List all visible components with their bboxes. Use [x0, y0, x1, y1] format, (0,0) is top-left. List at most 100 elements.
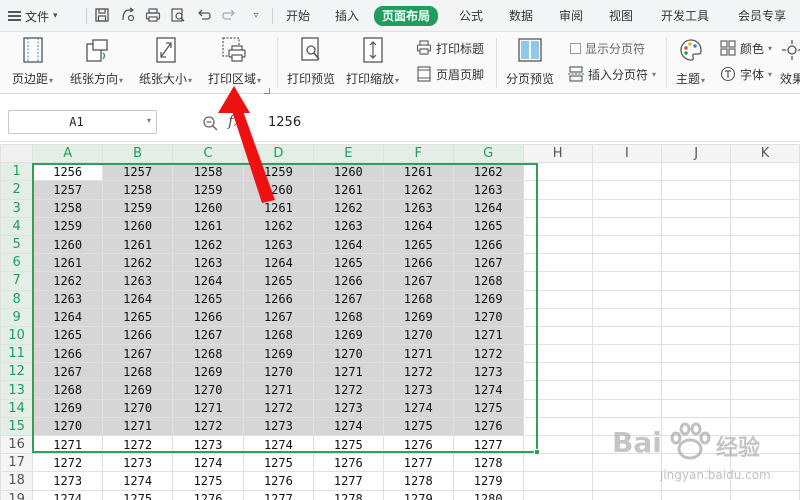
cell-e18[interactable]: 1277: [312, 471, 384, 491]
cell-i7[interactable]: [591, 271, 663, 291]
cell-i14[interactable]: [591, 398, 663, 418]
cell-b15[interactable]: 1271: [102, 416, 174, 437]
cell-a18[interactable]: 1273: [32, 471, 104, 491]
cell-g7[interactable]: 1268: [452, 271, 524, 291]
cell-f12[interactable]: 1272: [382, 362, 454, 382]
cell-e10[interactable]: 1269: [312, 325, 384, 346]
quick-print-icon[interactable]: [120, 7, 138, 25]
cell-a10[interactable]: 1265: [32, 325, 104, 346]
cell-c5[interactable]: 1262: [172, 234, 244, 255]
row-header-17[interactable]: 17: [0, 453, 34, 473]
cell-f15[interactable]: 1275: [382, 416, 454, 437]
cell-j9[interactable]: [661, 307, 731, 327]
cell-k13[interactable]: [729, 380, 800, 400]
insert-page-break-button[interactable]: 插入分页符 ▾: [568, 65, 656, 83]
cell-b5[interactable]: 1261: [102, 234, 174, 255]
cell-i6[interactable]: [591, 253, 663, 273]
cell-d17[interactable]: 1275: [242, 453, 314, 473]
fill-handle[interactable]: [534, 449, 540, 455]
cell-f10[interactable]: 1270: [382, 325, 454, 346]
cell-k6[interactable]: [729, 253, 800, 273]
column-header-b[interactable]: B: [102, 144, 174, 164]
cell-d13[interactable]: 1271: [242, 380, 314, 400]
customize-icon[interactable]: ▿: [247, 7, 265, 25]
cell-d19[interactable]: 1277: [242, 489, 314, 500]
cell-j8[interactable]: [661, 289, 731, 309]
fonts-button[interactable]: 字体 ▾: [720, 65, 772, 83]
cell-j5[interactable]: [661, 234, 731, 255]
row-header-9[interactable]: 9: [0, 307, 34, 327]
cell-e5[interactable]: 1264: [312, 234, 384, 255]
tab-developer-tools[interactable]: 开发工具: [659, 7, 711, 25]
print-scaling-button[interactable]: 打印缩放▾: [346, 36, 399, 87]
show-page-breaks-checkbox[interactable]: 显示分页符: [570, 39, 645, 57]
cell-a19[interactable]: 1274: [32, 489, 104, 500]
cell-g14[interactable]: 1275: [452, 398, 524, 418]
row-header-5[interactable]: 5: [0, 234, 34, 255]
cell-h10[interactable]: [522, 325, 593, 346]
cell-a17[interactable]: 1272: [32, 453, 104, 473]
cell-f16[interactable]: 1276: [382, 434, 454, 455]
cell-a9[interactable]: 1264: [32, 307, 104, 327]
cell-i13[interactable]: [591, 380, 663, 400]
cell-c2[interactable]: 1259: [172, 180, 244, 200]
dialog-launcher-icon[interactable]: [264, 88, 270, 94]
cell-g19[interactable]: 1280: [452, 489, 524, 500]
cell-g15[interactable]: 1276: [452, 416, 524, 437]
cell-c12[interactable]: 1269: [172, 362, 244, 382]
cell-g16[interactable]: 1277: [452, 434, 524, 455]
cell-i1[interactable]: [591, 162, 663, 182]
cell-h11[interactable]: [522, 344, 593, 364]
cell-k9[interactable]: [729, 307, 800, 327]
redo-icon[interactable]: [221, 7, 239, 25]
file-menu-button[interactable]: 文件 ▾: [8, 7, 58, 25]
tab-member-exclusive[interactable]: 会员专享: [736, 7, 788, 25]
cell-c10[interactable]: 1267: [172, 325, 244, 346]
cell-j6[interactable]: [661, 253, 731, 273]
cell-c1[interactable]: 1258: [172, 162, 244, 182]
tab-data[interactable]: 数据: [507, 7, 535, 25]
cell-g3[interactable]: 1264: [452, 198, 524, 218]
formula-input[interactable]: 1256: [268, 115, 301, 130]
cell-b13[interactable]: 1269: [102, 380, 174, 400]
cell-a3[interactable]: 1258: [32, 198, 104, 218]
cell-e8[interactable]: 1267: [312, 289, 384, 309]
zoom-icon[interactable]: [202, 115, 218, 131]
cell-d11[interactable]: 1269: [242, 344, 314, 364]
column-header-f[interactable]: F: [382, 144, 454, 164]
fx-icon[interactable]: fx: [228, 112, 242, 130]
cell-b17[interactable]: 1273: [102, 453, 174, 473]
cell-b19[interactable]: 1275: [102, 489, 174, 500]
cell-f5[interactable]: 1265: [382, 234, 454, 255]
cell-h9[interactable]: [522, 307, 593, 327]
print-icon[interactable]: [145, 7, 163, 25]
tab-view[interactable]: 视图: [607, 7, 635, 25]
row-header-6[interactable]: 6: [0, 253, 34, 273]
cell-d12[interactable]: 1270: [242, 362, 314, 382]
header-footer-button[interactable]: 页眉页脚: [416, 65, 484, 83]
cell-e6[interactable]: 1265: [312, 253, 384, 273]
cell-j3[interactable]: [661, 198, 731, 218]
cell-e14[interactable]: 1273: [312, 398, 384, 418]
cell-d10[interactable]: 1268: [242, 325, 314, 346]
cell-f17[interactable]: 1277: [382, 453, 454, 473]
cell-j2[interactable]: [661, 180, 731, 200]
cell-i10[interactable]: [591, 325, 663, 346]
cell-h2[interactable]: [522, 180, 593, 200]
tab-formulas[interactable]: 公式: [457, 7, 485, 25]
cell-k8[interactable]: [729, 289, 800, 309]
cell-e7[interactable]: 1266: [312, 271, 384, 291]
cell-g9[interactable]: 1270: [452, 307, 524, 327]
cell-e11[interactable]: 1270: [312, 344, 384, 364]
cell-i9[interactable]: [591, 307, 663, 327]
cell-k7[interactable]: [729, 271, 800, 291]
cell-a14[interactable]: 1269: [32, 398, 104, 418]
cell-j12[interactable]: [661, 362, 731, 382]
tab-home[interactable]: 开始: [284, 7, 312, 25]
cell-a1[interactable]: 1256: [32, 162, 104, 182]
cell-g13[interactable]: 1274: [452, 380, 524, 400]
print-area-button[interactable]: 打印区域▾: [208, 36, 261, 87]
cell-g2[interactable]: 1263: [452, 180, 524, 200]
cell-e2[interactable]: 1261: [312, 180, 384, 200]
tab-insert[interactable]: 插入: [333, 7, 361, 25]
